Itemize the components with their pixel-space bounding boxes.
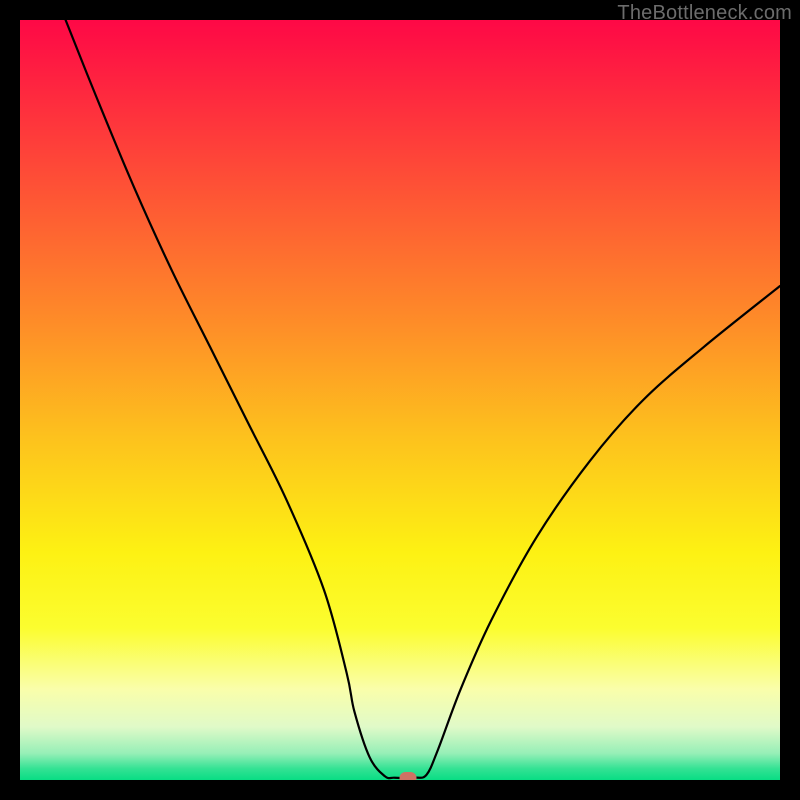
optimal-point-marker (399, 772, 416, 780)
plot-area (20, 20, 780, 780)
attribution-label: TheBottleneck.com (617, 2, 792, 25)
chart-stage: TheBottleneck.com (0, 0, 800, 800)
heat-gradient (20, 20, 780, 780)
